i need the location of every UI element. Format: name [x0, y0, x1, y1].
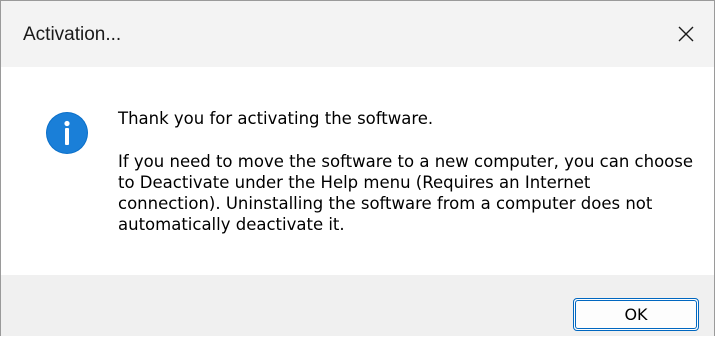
close-icon — [678, 26, 694, 42]
button-bar: OK — [1, 275, 714, 336]
dialog-content: Thank you for activating the software. I… — [1, 67, 714, 275]
message-text: Thank you for activating the software. I… — [118, 108, 698, 235]
info-icon — [46, 112, 88, 154]
message-line-1: Thank you for activating the software. — [118, 109, 434, 128]
close-button[interactable] — [658, 1, 714, 67]
message-line-2: If you need to move the software to a ne… — [118, 152, 694, 234]
activation-dialog: Activation... Thank you for activating t… — [0, 0, 715, 336]
ok-button[interactable]: OK — [573, 298, 699, 331]
window-title: Activation... — [23, 24, 122, 45]
title-bar: Activation... — [1, 1, 714, 67]
